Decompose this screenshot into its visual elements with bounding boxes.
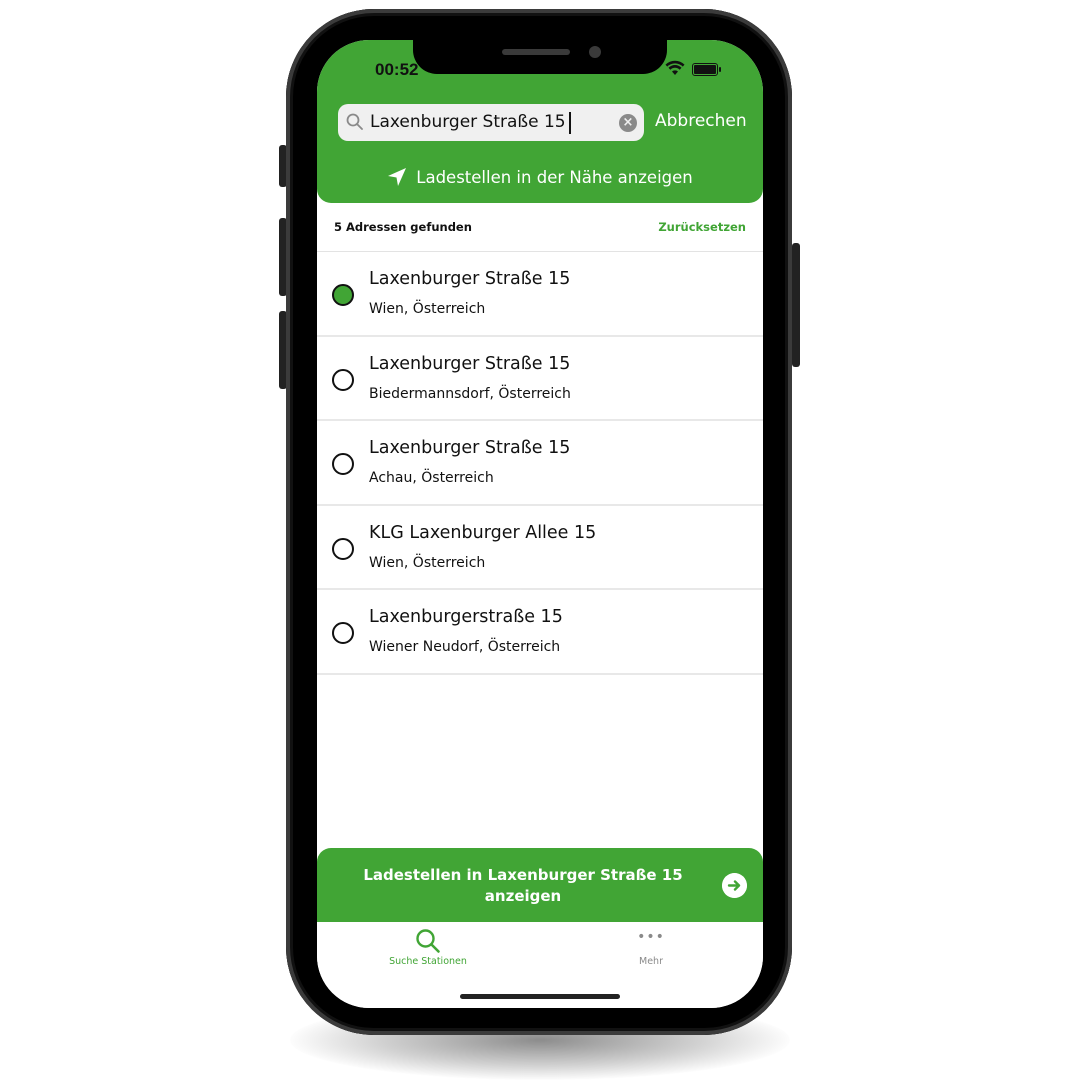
list-item[interactable]: KLG Laxenburger Allee 15 Wien, Österreic… bbox=[317, 506, 763, 590]
show-stations-button[interactable]: Ladestellen in Laxenburger Straße 15 anz… bbox=[317, 848, 763, 922]
search-field[interactable]: × bbox=[338, 104, 644, 141]
speaker-grille bbox=[502, 49, 570, 55]
location-arrow-icon bbox=[388, 168, 407, 186]
power-button bbox=[792, 243, 800, 367]
address-title: Laxenburger Straße 15 bbox=[369, 353, 571, 374]
show-nearby-button[interactable]: Ladestellen in der Nähe anzeigen bbox=[317, 163, 763, 191]
show-stations-label: Ladestellen in Laxenburger Straße 15 anz… bbox=[363, 866, 683, 905]
address-subtitle: Wien, Österreich bbox=[369, 301, 486, 317]
reset-button[interactable]: Zurücksetzen bbox=[658, 220, 746, 234]
search-icon bbox=[346, 113, 363, 130]
more-dots-icon: ••• bbox=[637, 929, 665, 945]
search-input[interactable] bbox=[370, 104, 616, 141]
address-title: KLG Laxenburger Allee 15 bbox=[369, 522, 597, 543]
front-camera bbox=[589, 46, 601, 58]
address-title: Laxenburgerstraße 15 bbox=[369, 607, 563, 627]
clear-icon[interactable]: × bbox=[619, 114, 637, 132]
tab-label: Suche Stationen bbox=[389, 956, 467, 967]
tab-more[interactable]: ••• Mehr bbox=[581, 928, 721, 967]
address-subtitle: Biedermannsdorf, Österreich bbox=[369, 385, 571, 402]
list-item[interactable]: Laxenburgerstraße 15 Wiener Neudorf, Öst… bbox=[317, 590, 763, 675]
address-list: Laxenburger Straße 15 Wien, Österreich L… bbox=[317, 252, 763, 675]
search-icon bbox=[416, 929, 440, 953]
list-item[interactable]: Laxenburger Straße 15 Achau, Österreich bbox=[317, 421, 763, 506]
status-icons bbox=[655, 60, 735, 78]
address-title: Laxenburger Straße 15 bbox=[369, 438, 571, 458]
list-item[interactable]: Laxenburger Straße 15 Biedermannsdorf, Ö… bbox=[317, 337, 763, 421]
address-subtitle: Wiener Neudorf, Österreich bbox=[369, 639, 561, 655]
radio-unselected-icon[interactable] bbox=[332, 368, 354, 391]
address-subtitle: Achau, Österreich bbox=[369, 470, 494, 486]
radio-unselected-icon[interactable] bbox=[332, 622, 354, 644]
result-count: 5 Adressen gefunden bbox=[334, 220, 472, 234]
radio-selected-icon[interactable] bbox=[332, 284, 354, 306]
phone-screen: 00:52 × Abbrechen Ladestellen in der Näh bbox=[317, 40, 763, 1008]
list-item[interactable]: Laxenburger Straße 15 Wien, Österreich bbox=[317, 252, 763, 337]
radio-unselected-icon[interactable] bbox=[332, 537, 354, 560]
battery-icon bbox=[692, 63, 721, 76]
address-title: Laxenburger Straße 15 bbox=[369, 269, 571, 289]
tab-search-stations[interactable]: Suche Stationen bbox=[358, 928, 498, 967]
radio-unselected-icon[interactable] bbox=[332, 453, 354, 475]
address-subtitle: Wien, Österreich bbox=[369, 554, 486, 571]
arrow-right-circle-icon bbox=[722, 873, 747, 898]
tab-bar: Suche Stationen ••• Mehr bbox=[317, 922, 763, 1008]
text-caret bbox=[569, 112, 571, 134]
result-summary-bar: 5 Adressen gefunden Zurücksetzen bbox=[317, 215, 763, 252]
status-time: 00:52 bbox=[375, 60, 419, 79]
show-nearby-label: Ladestellen in der Nähe anzeigen bbox=[416, 167, 693, 187]
home-indicator[interactable] bbox=[460, 994, 620, 999]
tab-label: Mehr bbox=[639, 956, 663, 967]
cancel-button[interactable]: Abbrechen bbox=[655, 111, 747, 131]
wifi-icon bbox=[665, 60, 685, 75]
camera-notch bbox=[413, 40, 667, 74]
